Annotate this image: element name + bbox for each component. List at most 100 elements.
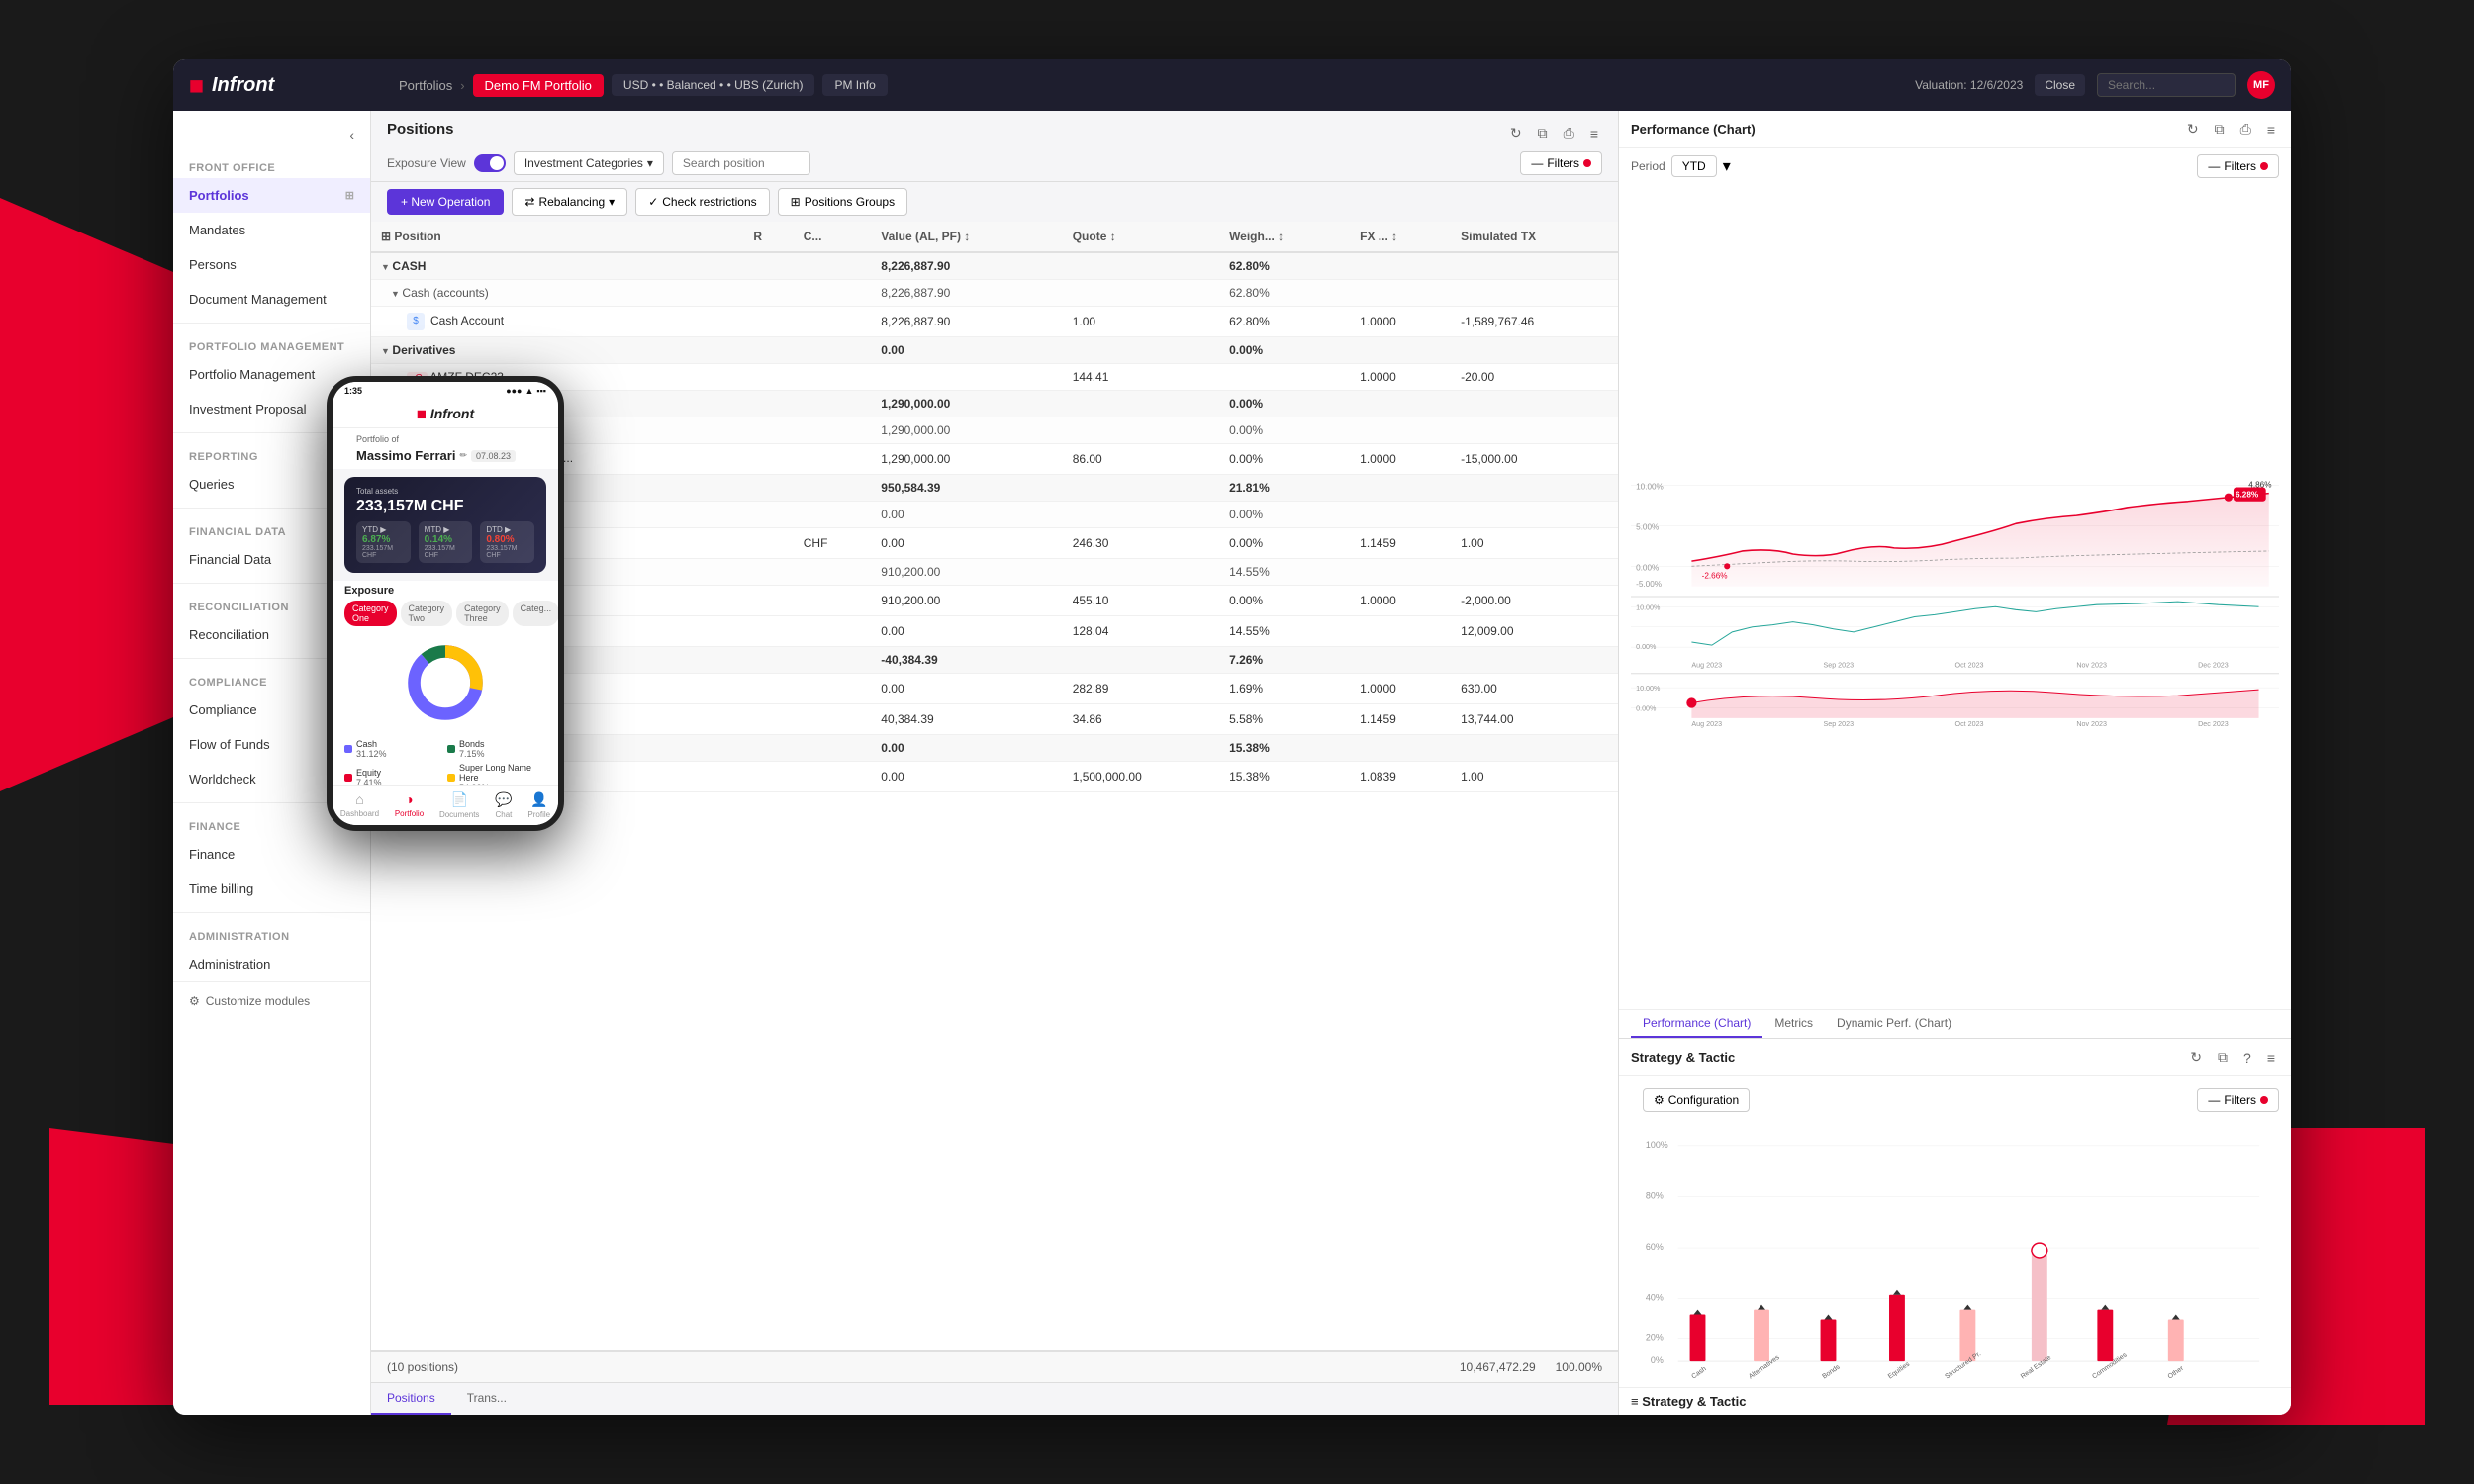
- svg-text:Dec 2023: Dec 2023: [2198, 662, 2229, 670]
- col-r[interactable]: R: [743, 222, 793, 252]
- top-bar: ◼ Infront Portfolios › Demo FM Portfolio…: [173, 59, 2291, 111]
- mobile-status-bar: 1:35 ●●● ▲ ▪▪▪: [333, 382, 558, 400]
- breadcrumb-portfolios[interactable]: Portfolios: [399, 78, 452, 93]
- sidebar-item-portfolios[interactable]: Portfolios ⊞: [173, 178, 370, 213]
- mobile-signal: ●●●: [506, 386, 522, 396]
- avatar[interactable]: MF: [2247, 71, 2275, 99]
- mobile-legend-bonds-value: 7.15%: [459, 749, 485, 759]
- mobile-tab-cat4[interactable]: Categ...: [513, 601, 558, 626]
- mobile-tab-cat1[interactable]: Category One: [344, 601, 397, 626]
- mobile-metric-mtd[interactable]: MTD ▶ 0.14% 233.157M CHF: [419, 521, 473, 563]
- svg-text:Aug 2023: Aug 2023: [1691, 720, 1722, 728]
- perf-chart-svg: 10.00% 5.00% 0.00% -5.00% 6.28%: [1631, 188, 2279, 1005]
- tab-performance-chart[interactable]: Performance (Chart): [1631, 1010, 1762, 1038]
- arrow-down-cash: [1694, 1310, 1702, 1315]
- mobile-tab-cat2[interactable]: Category Two: [401, 601, 453, 626]
- col-c[interactable]: C...: [794, 222, 872, 252]
- col-value[interactable]: Value (AL, PF) ↕: [871, 222, 1062, 252]
- classification-button[interactable]: Investment Categories ▾: [514, 151, 664, 175]
- sidebar-item-persons[interactable]: Persons: [173, 247, 370, 282]
- tab-metrics[interactable]: Metrics: [1762, 1010, 1825, 1038]
- col-simulated-tx[interactable]: Simulated TX: [1451, 222, 1618, 252]
- svg-text:0%: 0%: [1651, 1355, 1664, 1365]
- perf-print-btn[interactable]: ⎙: [2236, 119, 2255, 139]
- mobile-tab-cat3[interactable]: Category Three: [456, 601, 509, 626]
- svg-text:-2.66%: -2.66%: [1702, 572, 1728, 581]
- mobile-edit-icon[interactable]: ✏: [459, 450, 467, 461]
- configuration-button[interactable]: ⚙ Configuration: [1643, 1088, 1750, 1112]
- mobile-nav-documents[interactable]: 📄 Documents: [439, 791, 479, 819]
- period-selector: Period YTD ▾ — Filters: [1619, 148, 2291, 184]
- rebalancing-button[interactable]: ⇄ Rebalancing ▾: [512, 188, 627, 216]
- strategy-bar-chart: 100% 80% 60% 40% 20% 0%: [1619, 1124, 2291, 1387]
- mobile-time: 1:35: [344, 386, 362, 396]
- sidebar-item-finance[interactable]: Finance: [173, 837, 370, 872]
- positions-copy-btn[interactable]: ⧉: [1534, 123, 1552, 143]
- mobile-total-assets-label: Total assets: [356, 487, 534, 496]
- search-position-input[interactable]: [672, 151, 810, 175]
- search-input[interactable]: [2097, 73, 2236, 97]
- positions-groups-button[interactable]: ⊞ Positions Groups: [778, 188, 907, 216]
- svg-text:10.00%: 10.00%: [1636, 483, 1664, 492]
- sidebar-item-administration[interactable]: Administration: [173, 947, 370, 981]
- col-weight[interactable]: Weigh... ↕: [1219, 222, 1350, 252]
- positions-menu-btn[interactable]: ≡: [1586, 124, 1602, 143]
- svg-text:40%: 40%: [1646, 1293, 1664, 1303]
- positions-filters-button[interactable]: — Filters: [1520, 151, 1602, 175]
- mobile-nav-portfolio[interactable]: ◑ Portfolio: [395, 791, 424, 819]
- sidebar-item-time-billing[interactable]: Time billing: [173, 872, 370, 906]
- table-row: Derivatives 0.00 0.00%: [371, 337, 1618, 364]
- sidebar-item-mandates[interactable]: Mandates: [173, 213, 370, 247]
- logo-icon: ◼: [189, 75, 204, 96]
- mobile-metric-dtd[interactable]: DTD ▶ 0.80% 233.157M CHF: [480, 521, 534, 563]
- new-operation-button[interactable]: + New Operation: [387, 189, 504, 215]
- tab-dynamic-perf[interactable]: Dynamic Perf. (Chart): [1825, 1010, 1963, 1038]
- perf-copy-btn[interactable]: ⧉: [2211, 119, 2229, 139]
- mobile-nav-dashboard[interactable]: ⌂ Dashboard: [340, 791, 379, 819]
- sidebar-item-document-management[interactable]: Document Management: [173, 282, 370, 317]
- perf-menu-btn[interactable]: ≡: [2263, 120, 2279, 139]
- strategy-refresh-btn[interactable]: ↻: [2186, 1047, 2206, 1067]
- perf-refresh-btn[interactable]: ↻: [2183, 119, 2203, 139]
- strategy-filters-btn[interactable]: — Filters: [2197, 1088, 2279, 1112]
- strategy-question-btn[interactable]: ?: [2239, 1048, 2255, 1067]
- exposure-view-label: Exposure View: [387, 156, 466, 170]
- col-quote[interactable]: Quote ↕: [1063, 222, 1219, 252]
- breadcrumb-pm-info[interactable]: PM Info: [822, 74, 887, 96]
- chevron-derivatives[interactable]: [381, 343, 392, 357]
- mobile-portfolio-name-row: Massimo Ferrari ✏ 07.08.23: [344, 448, 546, 469]
- mobile-nav-profile[interactable]: 👤 Profile: [527, 791, 550, 819]
- exposure-view-toggle[interactable]: [474, 154, 506, 172]
- mobile-mtd-sub: 233.157M CHF: [425, 545, 467, 559]
- sidebar-customize-modules[interactable]: ⚙ Customize modules: [173, 981, 370, 1020]
- tab-positions[interactable]: Positions: [371, 1383, 451, 1415]
- col-position[interactable]: ⊞ Position: [371, 222, 743, 252]
- check-icon: ✓: [648, 195, 658, 209]
- tab-transactions[interactable]: Trans...: [451, 1383, 523, 1415]
- breadcrumb-active-portfolio[interactable]: Demo FM Portfolio: [473, 74, 604, 97]
- mobile-dtd-sub: 233.157M CHF: [486, 545, 528, 559]
- period-button[interactable]: YTD: [1671, 155, 1717, 177]
- mobile-metric-ytd[interactable]: YTD ▶ 6.87% 233.157M CHF: [356, 521, 411, 563]
- mobile-nav-chat[interactable]: 💬 Chat: [495, 791, 512, 819]
- period-chevron: ▾: [1723, 156, 1731, 176]
- mobile-portfolio-name: Massimo Ferrari: [356, 448, 455, 463]
- perf-chart-area: 10.00% 5.00% 0.00% -5.00% 6.28%: [1619, 184, 2291, 1009]
- strategy-copy-btn[interactable]: ⧉: [2214, 1047, 2232, 1067]
- svg-text:Aug 2023: Aug 2023: [1691, 662, 1722, 670]
- perf-filters-btn[interactable]: — Filters: [2197, 154, 2279, 178]
- strategy-menu-btn[interactable]: ≡: [2263, 1048, 2279, 1067]
- arrow-down-alt: [1758, 1305, 1765, 1310]
- col-fx[interactable]: FX ... ↕: [1350, 222, 1451, 252]
- positions-refresh-btn[interactable]: ↻: [1506, 123, 1526, 143]
- positions-print-btn[interactable]: ⎙: [1560, 123, 1578, 143]
- sidebar-collapse-button[interactable]: ‹: [173, 119, 370, 150]
- period-label: Period: [1631, 159, 1665, 173]
- close-button[interactable]: Close: [2035, 74, 2085, 96]
- chevron-cash[interactable]: [381, 259, 392, 273]
- valuation-label: Valuation: 12/6/2023: [1915, 78, 2023, 92]
- check-restrictions-button[interactable]: ✓ Check restrictions: [635, 188, 769, 216]
- table-row: CASH 8,226,887.90 62.80%: [371, 252, 1618, 280]
- mobile-ytd-value: 6.87%: [362, 534, 405, 545]
- chevron-cash-accounts[interactable]: [391, 286, 402, 300]
